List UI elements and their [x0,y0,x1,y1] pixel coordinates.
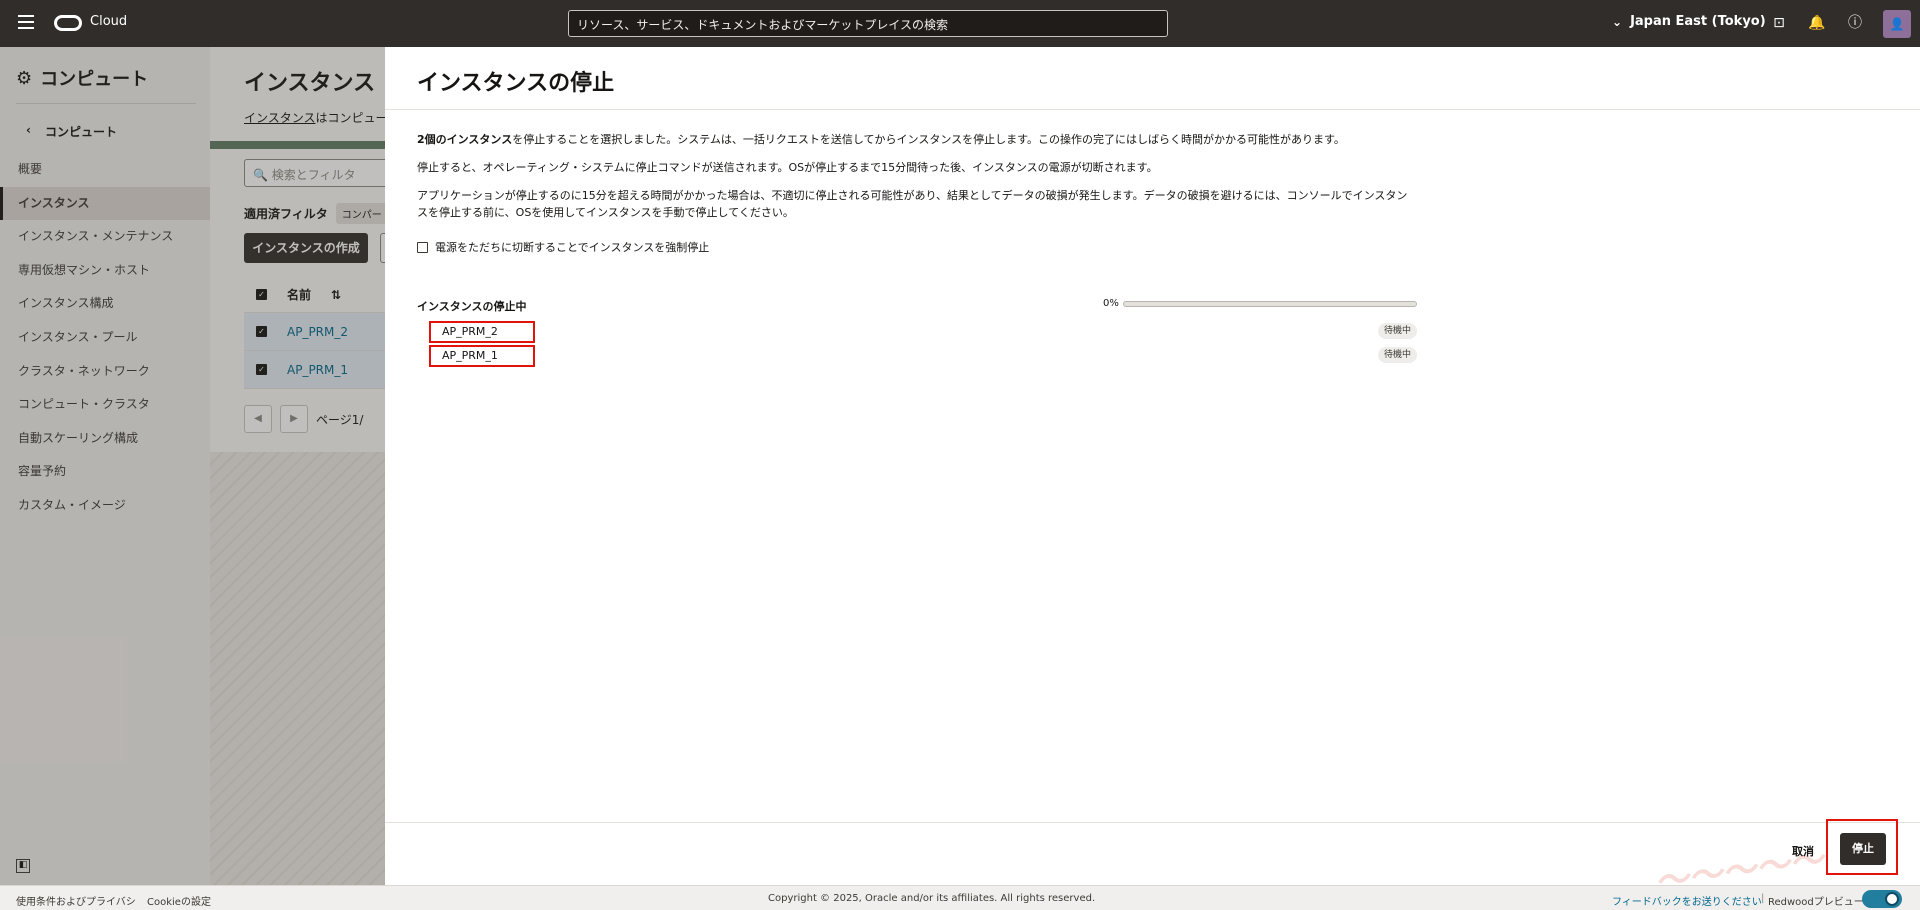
help-icon[interactable]: ⓘ [1846,14,1864,32]
status-badge: 待機中 [1377,323,1417,339]
stop-button[interactable]: 停止 [1840,833,1886,865]
cookie-settings-link[interactable]: Cookieの設定 [147,893,211,908]
list-item: AP_PRM_1 待機中 [429,345,1417,367]
region-selector[interactable]: ⌄ Japan East (Tokyo) [1612,14,1766,29]
force-stop-option[interactable]: 電源をただちに切断することでインスタンスを強制停止 [417,239,709,255]
panel-paragraph-1: 2個のインスタンスを停止することを選択しました。システムは、一括リクエストを送信… [417,131,1417,148]
redwood-preview-label: Redwoodプレビュー [1768,897,1864,908]
instance-name: AP_PRM_1 [429,345,535,367]
menu-icon[interactable] [18,15,34,29]
brand-label: Cloud [90,14,128,29]
cloud-shell-icon[interactable]: ⊡ [1770,14,1788,32]
footer: 使用条件およびプライバシ Cookieの設定 Copyright © 2025,… [0,885,1920,910]
footer-divider: | [1761,893,1765,904]
panel-paragraph-2: 停止すると、オペレーティング・システムに停止コマンドが送信されます。OSが停止す… [417,161,1158,174]
panel-paragraph-3: アプリケーションが停止するのに15分を超える時間がかかった場合は、不適切に停止さ… [417,189,1408,219]
instance-name: AP_PRM_2 [429,321,535,343]
instance-count: 2個のインスタンス [417,133,513,146]
region-label: Japan East (Tokyo) [1630,14,1766,29]
stop-instances-panel: インスタンスの停止 2個のインスタンスを停止することを選択しました。システムは、… [385,47,1920,903]
force-stop-checkbox[interactable] [417,241,428,253]
toggle-knob [1885,892,1899,906]
redwood-preview-toggle[interactable] [1862,890,1902,908]
modal-backdrop[interactable] [0,47,385,885]
panel-title: インスタンスの停止 [417,71,615,96]
divider [385,822,1920,823]
terms-link[interactable]: 使用条件およびプライバシ [16,893,136,908]
list-item: AP_PRM_2 待機中 [429,321,1417,343]
chevron-down-icon: ⌄ [1612,14,1623,29]
oracle-logo-icon[interactable] [54,15,82,31]
global-search-input[interactable]: リソース、サービス、ドキュメントおよびマーケットプレイスの検索 [568,10,1168,37]
progress-bar [1123,301,1417,307]
progress-label: インスタンスの停止中 [417,300,527,313]
progress-percent: 0% [1103,298,1119,309]
avatar[interactable]: 👤 [1883,10,1911,38]
cancel-button[interactable]: 取消 [1792,843,1814,859]
status-badge: 待機中 [1377,347,1417,363]
top-bar: Cloud リソース、サービス、ドキュメントおよびマーケットプレイスの検索 ⌄ … [0,0,1920,47]
panel-paragraph-1-text: を停止することを選択しました。システムは、一括リクエストを送信してからインスタン… [512,133,1345,146]
copyright: Copyright © 2025, Oracle and/or its affi… [768,893,1096,904]
feedback-link[interactable]: フィードバックをお送りください [1612,893,1762,908]
force-stop-label: 電源をただちに切断することでインスタンスを強制停止 [435,241,710,254]
bell-icon[interactable]: 🔔 [1808,14,1826,32]
divider [385,109,1920,110]
